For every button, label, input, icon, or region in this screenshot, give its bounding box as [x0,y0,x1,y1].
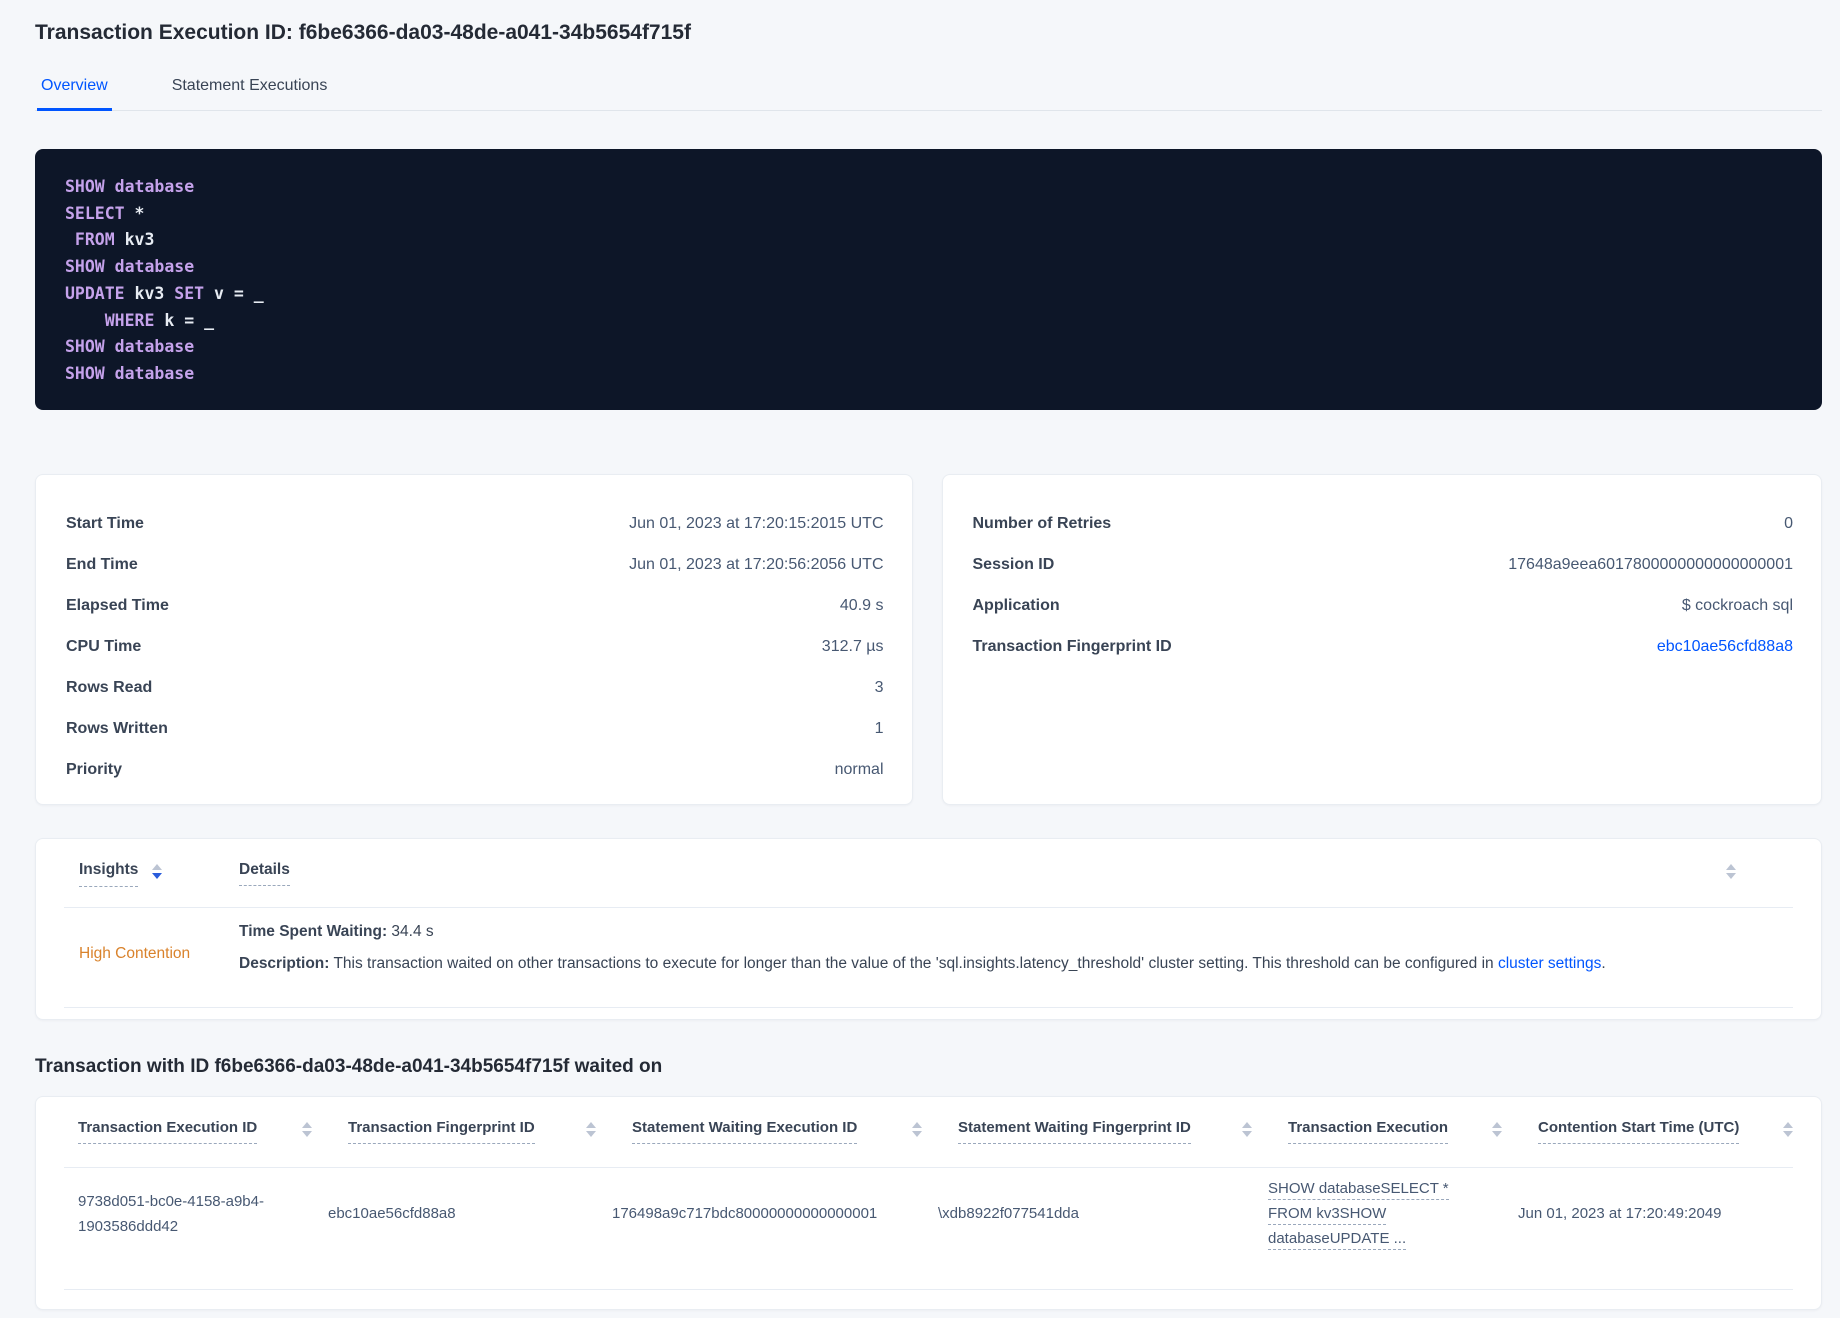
insight-details: Time Spent Waiting: 34.4 s Description: … [239,921,1606,975]
cell-statement-waiting-execution-id: 176498a9c717bdc80000000000000001 [612,1205,878,1222]
insight-description-line: Description: This transaction waited on … [239,953,1606,975]
cluster-settings-link[interactable]: cluster settings [1498,955,1601,972]
kv-row-cpu-time: CPU Time 312.7 µs [66,634,884,659]
kv-label: Rows Written [66,720,168,737]
sort-icon[interactable] [1726,864,1736,879]
transaction-execution-text: databaseUPDATE ... [1268,1230,1407,1250]
kv-row-elapsed-time: Elapsed Time 40.9 s [66,593,884,618]
kv-label: Application [972,597,1060,614]
table-row: 9738d051-bc0e-4158-a9b4-1903586ddd42 ebc… [78,1176,1793,1251]
transaction-fingerprint-id-link[interactable]: ebc10ae56cfd88a8 [1657,634,1793,659]
kv-value: 40.9 s [839,597,884,614]
divider [64,1289,1793,1290]
kv-value: Jun 01, 2023 at 17:20:15:2015 UTC [629,515,884,532]
kv-row-application: Application $ cockroach sql [973,593,1794,618]
summary-card-right: Number of Retries 0 Session ID 17648a9ee… [941,474,1822,805]
insights-column-header[interactable]: Insights [79,861,239,887]
transaction-execution-text: FROM kv3SHOW [1268,1205,1387,1225]
column-header-contention-start-time[interactable]: Contention Start Time (UTC) [1538,1119,1793,1144]
kv-row-start-time: Start Time Jun 01, 2023 at 17:20:15:2015… [66,511,884,536]
kv-row-transaction-fingerprint-id: Transaction Fingerprint ID ebc10ae56cfd8… [973,634,1794,659]
insight-type-badge: High Contention [79,945,191,962]
kv-row-rows-read: Rows Read 3 [66,675,884,700]
divider [64,907,1793,908]
kv-label: Elapsed Time [66,597,169,614]
kv-label: Session ID [972,556,1055,573]
kv-value: 312.7 µs [821,638,884,655]
sort-icon [302,1122,312,1137]
summary-card-left: Start Time Jun 01, 2023 at 17:20:15:2015… [35,474,913,805]
insight-waiting-line: Time Spent Waiting: 34.4 s [239,921,1606,943]
sort-icon [912,1122,922,1137]
sql-statement-box: SHOW database SELECT * FROM kv3 SHOW dat… [35,149,1822,410]
cell-transaction-execution-link[interactable]: SHOW databaseSELECT * FROM kv3SHOW datab… [1268,1176,1518,1251]
kv-label: End Time [66,556,138,573]
column-label: Statement Waiting Fingerprint ID [958,1119,1191,1144]
insight-row: High Contention Time Spent Waiting: 34.4… [79,887,1778,975]
kv-label: Rows Read [66,679,153,696]
column-header-transaction-execution[interactable]: Transaction Execution [1288,1119,1538,1144]
waited-table-header: Transaction Execution ID Transaction Fin… [78,1119,1793,1144]
sort-icon [586,1122,596,1137]
description-text: This transaction waited on other transac… [329,955,1498,972]
cell-contention-start-time: Jun 01, 2023 at 17:20:49:2049 [1518,1205,1722,1222]
column-header-transaction-fingerprint-id[interactable]: Transaction Fingerprint ID [348,1119,632,1144]
kv-value: 3 [874,679,884,696]
tab-statement-executions[interactable]: Statement Executions [168,66,332,111]
page: Transaction Execution ID: f6be6366-da03-… [0,0,1840,1310]
page-title: Transaction Execution ID: f6be6366-da03-… [35,21,691,44]
kv-row-priority: Priority normal [66,757,884,782]
waited-on-table-card: Transaction Execution ID Transaction Fin… [35,1096,1822,1310]
column-header-statement-waiting-fingerprint-id[interactable]: Statement Waiting Fingerprint ID [958,1119,1288,1144]
sort-icon [1783,1122,1793,1137]
divider [64,1167,1793,1168]
kv-label: Number of Retries [972,515,1112,532]
column-label: Transaction Execution ID [78,1119,258,1144]
kv-value: 0 [1784,515,1793,532]
insights-column-label: Insights [79,861,139,887]
details-column-label: Details [239,861,290,886]
kv-row-end-time: End Time Jun 01, 2023 at 17:20:56:2056 U… [66,552,884,577]
kv-value: normal [834,761,884,778]
kv-value: $ cockroach sql [1681,597,1793,614]
description-label: Description: [239,955,330,972]
kv-label: Transaction Fingerprint ID [972,638,1172,655]
insights-table-header: Insights Details [79,861,1778,887]
kv-label: Start Time [66,515,144,532]
kv-row-number-of-retries: Number of Retries 0 [973,511,1794,536]
column-label: Statement Waiting Execution ID [632,1119,858,1144]
tab-overview[interactable]: Overview [37,66,112,111]
kv-label: Priority [66,761,123,778]
tab-bar: Overview Statement Executions [35,66,1822,111]
kv-value: 17648a9eea6017800000000000000001 [1508,556,1793,573]
kv-value: Jun 01, 2023 at 17:20:56:2056 UTC [629,556,884,573]
cell-transaction-execution-id: 9738d051-bc0e-4158-a9b4-1903586ddd42 [78,1192,264,1235]
column-header-statement-waiting-execution-id[interactable]: Statement Waiting Execution ID [632,1119,958,1144]
column-label: Transaction Execution [1288,1119,1449,1144]
kv-row-session-id: Session ID 17648a9eea6017800000000000000… [973,552,1794,577]
kv-value: 1 [874,720,884,737]
column-label: Contention Start Time (UTC) [1538,1119,1740,1144]
column-header-transaction-execution-id[interactable]: Transaction Execution ID [78,1119,348,1144]
description-period: . [1601,955,1606,972]
divider [64,1007,1793,1008]
summary-cards: Start Time Jun 01, 2023 at 17:20:15:2015… [35,474,1822,805]
transaction-execution-text: SHOW databaseSELECT * [1268,1180,1449,1200]
sort-icon [1242,1122,1252,1137]
column-label: Transaction Fingerprint ID [348,1119,535,1144]
sql-line: SHOW database SELECT * FROM kv3 SHOW dat… [65,177,264,383]
sort-icon [152,864,163,879]
sort-icon [1492,1122,1502,1137]
kv-label: CPU Time [66,638,142,655]
waited-on-heading: Transaction with ID f6be6366-da03-48de-a… [35,1056,663,1077]
details-column-header[interactable]: Details [239,861,290,886]
waiting-label: Time Spent Waiting: [239,923,388,940]
kv-row-rows-written: Rows Written 1 [66,716,884,741]
cell-transaction-fingerprint-id: ebc10ae56cfd88a8 [328,1205,456,1222]
cell-statement-waiting-fingerprint-id: \xdb8922f077541dda [938,1205,1079,1222]
waiting-value: 34.4 s [387,923,434,940]
insights-card: Insights Details High Contention Time Sp… [35,838,1822,1020]
